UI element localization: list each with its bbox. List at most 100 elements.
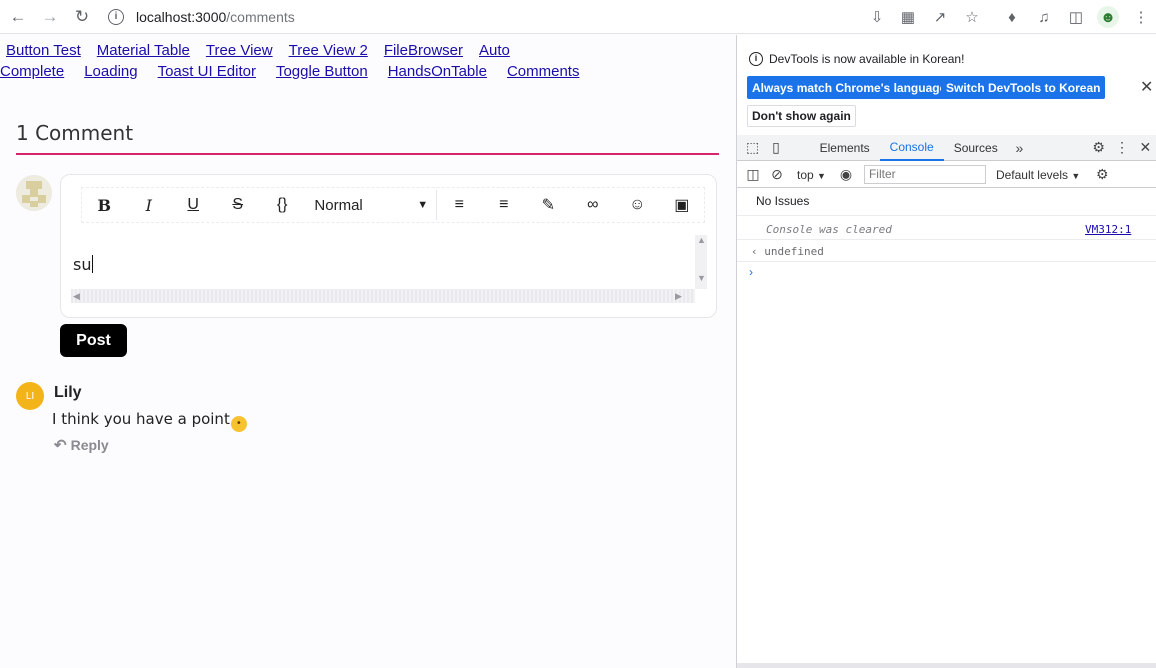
underline-icon[interactable]: U xyxy=(171,190,215,220)
editor-content: su xyxy=(73,255,92,274)
caret-down-icon: ▼ xyxy=(417,199,429,211)
italic-icon[interactable]: I xyxy=(126,190,170,220)
always-match-language-button[interactable]: Always match Chrome's language xyxy=(747,76,952,99)
info-icon: i xyxy=(749,52,763,66)
forward-arrow-icon[interactable]: → xyxy=(38,5,62,29)
identicon-icon xyxy=(16,175,52,211)
close-notice-icon[interactable]: ✕ xyxy=(1140,77,1153,97)
comment-text: I think you have a point • xyxy=(52,410,247,432)
format-select-value: Normal xyxy=(314,196,363,214)
url-text[interactable]: localhost:3000/comments xyxy=(136,9,295,25)
log-levels-dropdown[interactable]: Default levels ▼ xyxy=(996,168,1080,182)
numbered-list-icon[interactable]: ≡ xyxy=(482,190,526,220)
post-button[interactable]: Post xyxy=(60,324,127,357)
format-select[interactable]: Normal ▼ xyxy=(304,190,438,220)
switch-to-korean-button[interactable]: Switch DevTools to Korean xyxy=(941,76,1106,99)
tab-sources[interactable]: Sources xyxy=(944,135,1008,161)
share-icon[interactable]: ↗ xyxy=(929,6,951,28)
devtools-menu-icon[interactable]: ⋮ xyxy=(1110,135,1133,161)
kebab-menu-icon[interactable]: ⋮ xyxy=(1130,6,1152,28)
reload-icon[interactable]: ↻ xyxy=(70,5,94,29)
device-toolbar-icon[interactable]: ▯ xyxy=(764,135,787,161)
link-icon[interactable]: ∞ xyxy=(571,190,615,220)
translate-icon[interactable]: ▦ xyxy=(897,6,919,28)
tab-console[interactable]: Console xyxy=(879,135,944,161)
nav-link-handsontable[interactable]: HandsOnTable xyxy=(388,63,487,80)
side-panel-icon[interactable]: ◫ xyxy=(1065,6,1087,28)
site-info-icon[interactable]: i xyxy=(108,9,124,25)
return-arrow-icon: ‹ xyxy=(751,245,758,258)
emoji-icon[interactable]: ☺ xyxy=(615,190,659,220)
nav-link-comments[interactable]: Comments xyxy=(507,63,580,80)
devtools-panel: i DevTools is now available in Korean! Al… xyxy=(736,35,1156,668)
bold-icon[interactable]: B xyxy=(82,190,126,220)
context-selector[interactable]: top ▼ xyxy=(797,168,826,182)
console-return-value: undefined xyxy=(764,245,824,258)
pen-icon[interactable]: ✎ xyxy=(526,190,570,220)
comment-editor: B I U S {} Normal ▼ ≡ ≡ ✎ ∞ ☺ ▣ su ▲ ▼ ◀ … xyxy=(60,174,717,318)
console-filter-input[interactable]: Filter xyxy=(863,165,986,184)
drawer-resize-handle[interactable] xyxy=(737,663,1156,668)
address-bar[interactable]: i localhost:3000/comments xyxy=(108,4,988,30)
nav-link-toggle-button[interactable]: Toggle Button xyxy=(276,63,368,80)
title-divider xyxy=(16,153,719,155)
profile-avatar-icon[interactable]: ☻ xyxy=(1097,6,1119,28)
current-user-avatar xyxy=(16,175,52,211)
code-block-icon[interactable]: {} xyxy=(260,190,304,220)
nav-link-tree-view[interactable]: Tree View xyxy=(206,42,273,59)
more-tabs-icon[interactable]: » xyxy=(1008,135,1031,161)
inspect-element-icon[interactable]: ⬚ xyxy=(741,135,764,161)
language-notice-text: DevTools is now available in Korean! xyxy=(769,52,965,66)
comments-title: 1 Comment xyxy=(16,121,134,145)
log-levels-label: Default levels xyxy=(995,167,1068,182)
console-return-line: ‹ undefined xyxy=(751,245,824,258)
live-expression-eye-icon[interactable]: ◉ xyxy=(834,162,858,188)
nav-link-button-test[interactable]: Button Test xyxy=(6,42,81,59)
issues-status[interactable]: No Issues xyxy=(756,194,809,208)
levels-caret-icon: ▼ xyxy=(1071,170,1081,181)
comment-body: I think you have a point xyxy=(52,410,230,428)
show-sidebar-icon[interactable]: ◫ xyxy=(741,162,765,188)
scroll-right-icon[interactable]: ▶ xyxy=(675,291,682,302)
reply-button[interactable]: ↶ Reply xyxy=(54,436,109,454)
image-icon[interactable]: ▣ xyxy=(660,190,704,220)
settings-gear-icon[interactable]: ⚙ xyxy=(1087,135,1110,161)
nav-link-loading[interactable]: Loading xyxy=(84,63,137,80)
url-path: /comments xyxy=(226,9,295,25)
editor-horizontal-scrollbar[interactable]: ◀ ▶ xyxy=(71,289,695,303)
editor-vertical-scrollbar[interactable]: ▲ ▼ xyxy=(695,235,707,289)
clear-console-icon[interactable]: ⊘ xyxy=(765,162,789,188)
scroll-left-icon[interactable]: ◀ xyxy=(73,291,80,302)
console-prompt-icon[interactable]: › xyxy=(749,265,753,279)
console-source-link[interactable]: VM312:1 xyxy=(1085,223,1131,236)
bookmark-star-icon[interactable]: ☆ xyxy=(961,6,983,28)
console-settings-icon[interactable]: ⚙ xyxy=(1090,162,1114,188)
close-devtools-icon[interactable]: ✕ xyxy=(1134,135,1156,161)
nav-link-filebrowser[interactable]: FileBrowser xyxy=(384,42,463,59)
browser-toolbar: ← → ↻ i localhost:3000/comments ⇩ ▦ ↗ ☆ … xyxy=(0,0,1156,34)
install-icon[interactable]: ⇩ xyxy=(866,6,888,28)
nav-link-tree-view-2[interactable]: Tree View 2 xyxy=(289,42,368,59)
bulleted-list-icon[interactable]: ≡ xyxy=(437,190,481,220)
language-notice: i DevTools is now available in Korean! xyxy=(749,52,964,66)
strikethrough-icon[interactable]: S xyxy=(215,190,259,220)
editor-text-area[interactable]: su ▲ ▼ ◀ ▶ xyxy=(71,235,707,309)
tab-elements[interactable]: Elements xyxy=(810,135,880,161)
scroll-up-icon[interactable]: ▲ xyxy=(697,235,706,245)
editor-toolbar: B I U S {} Normal ▼ ≡ ≡ ✎ ∞ ☺ ▣ xyxy=(81,187,705,223)
extensions-icon[interactable]: ♦ xyxy=(1001,6,1023,28)
back-arrow-icon[interactable]: ← xyxy=(6,5,30,29)
nav-link-toast-ui-editor[interactable]: Toast UI Editor xyxy=(158,63,256,80)
console-divider-2 xyxy=(737,239,1156,240)
nav-links: Button Test Material Table Tree View Tree V… xyxy=(0,40,640,82)
scroll-down-icon[interactable]: ▼ xyxy=(697,273,706,283)
dont-show-again-button[interactable]: Don't show again xyxy=(747,105,856,127)
nav-link-complete[interactable]: Complete xyxy=(0,63,64,80)
url-host: localhost:3000 xyxy=(136,9,227,25)
nav-link-auto[interactable]: Auto xyxy=(479,42,510,59)
nav-link-material-table[interactable]: Material Table xyxy=(97,42,190,59)
media-icon[interactable]: ♫ xyxy=(1033,6,1055,28)
reply-label: Reply xyxy=(70,437,109,453)
text-caret xyxy=(92,255,94,273)
devtools-tabbar: ⬚ ▯ Elements Console Sources » ⚙ ⋮ ✕ xyxy=(737,135,1156,161)
